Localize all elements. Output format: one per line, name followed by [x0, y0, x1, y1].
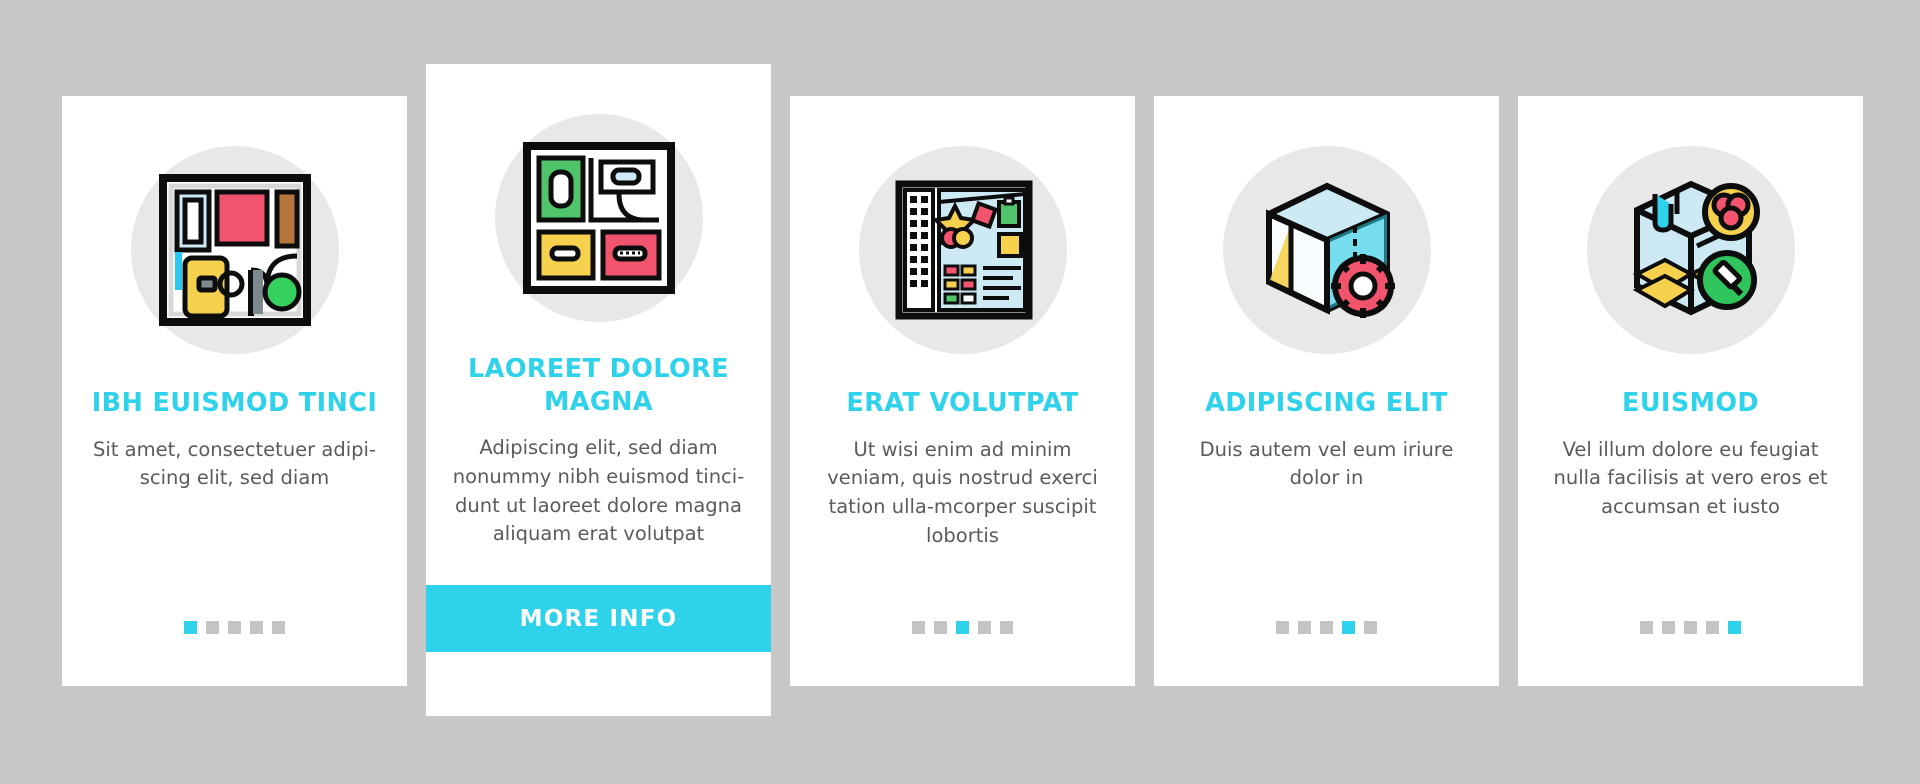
card-2-body: Adipiscing elit, sed diam nonummy nibh e… — [452, 436, 745, 546]
pagination-dot[interactable] — [1342, 621, 1355, 634]
card-1-body: Sit amet, consectetuer adipi-scing elit,… — [93, 437, 376, 490]
card-4-illustration — [1219, 142, 1434, 357]
card-3-illustration — [855, 142, 1070, 357]
onboarding-card-3[interactable]: ERAT VOLUTPAT Ut wisi enim ad minim veni… — [790, 96, 1135, 686]
card-5-title: EUISMOD — [1622, 388, 1759, 418]
card-4-body: Duis autem vel eum iriure dolor in — [1199, 437, 1454, 490]
card-1-illustration — [127, 142, 342, 357]
room-layout-icon — [522, 141, 675, 294]
floor-plan-icon — [158, 173, 311, 326]
card-3-title: ERAT VOLUTPAT — [846, 388, 1079, 418]
pagination-dot[interactable] — [934, 621, 947, 634]
pagination-dot[interactable] — [912, 621, 925, 634]
card-2-illustration — [491, 110, 706, 325]
onboarding-card-2[interactable]: LAOREET DOLORE MAGNA Adipiscing elit, se… — [426, 64, 771, 716]
pagination-dot[interactable] — [1662, 621, 1675, 634]
card-2-title: LAOREET DOLORE MAGNA — [468, 354, 729, 417]
pagination-dot[interactable] — [272, 621, 285, 634]
pagination-dot[interactable] — [978, 621, 991, 634]
card-5-illustration — [1583, 142, 1798, 357]
card-1-title: IBH EUISMOD TINCI — [91, 388, 378, 418]
card-5-pagination[interactable] — [1640, 621, 1741, 634]
pagination-dot[interactable] — [228, 621, 241, 634]
card-5-body: Vel illum dolore eu feugiat nulla facili… — [1553, 437, 1828, 518]
onboarding-screens: IBH EUISMOD TINCI Sit amet, consectetuer… — [0, 0, 1920, 784]
card-1-pagination[interactable] — [184, 621, 285, 634]
card-3-body: Ut wisi enim ad minim veniam, quis nostr… — [827, 437, 1098, 547]
pagination-dot[interactable] — [184, 621, 197, 634]
more-info-button[interactable]: MORE INFO — [426, 585, 771, 652]
pagination-dot[interactable] — [956, 621, 969, 634]
pagination-dot[interactable] — [206, 621, 219, 634]
pagination-dot[interactable] — [1640, 621, 1653, 634]
room-settings-icon — [1265, 182, 1395, 318]
pagination-dot[interactable] — [1000, 621, 1013, 634]
pagination-dot[interactable] — [250, 621, 263, 634]
interior-finish-icon — [1632, 180, 1760, 315]
pagination-dot[interactable] — [1728, 621, 1741, 634]
card-3-pagination[interactable] — [912, 621, 1013, 634]
onboarding-card-1[interactable]: IBH EUISMOD TINCI Sit amet, consectetuer… — [62, 96, 407, 686]
pagination-dot[interactable] — [1276, 621, 1289, 634]
pagination-dot[interactable] — [1364, 621, 1377, 634]
onboarding-card-4[interactable]: ADIPISCING ELIT Duis autem vel eum iriur… — [1154, 96, 1499, 686]
pagination-dot[interactable] — [1298, 621, 1311, 634]
card-4-title: ADIPISCING ELIT — [1205, 388, 1448, 418]
pagination-dot[interactable] — [1320, 621, 1333, 634]
design-board-icon — [895, 180, 1032, 319]
card-4-pagination[interactable] — [1276, 621, 1377, 634]
onboarding-card-5[interactable]: EUISMOD Vel illum dolore eu feugiat null… — [1518, 96, 1863, 686]
pagination-dot[interactable] — [1706, 621, 1719, 634]
pagination-dot[interactable] — [1684, 621, 1697, 634]
